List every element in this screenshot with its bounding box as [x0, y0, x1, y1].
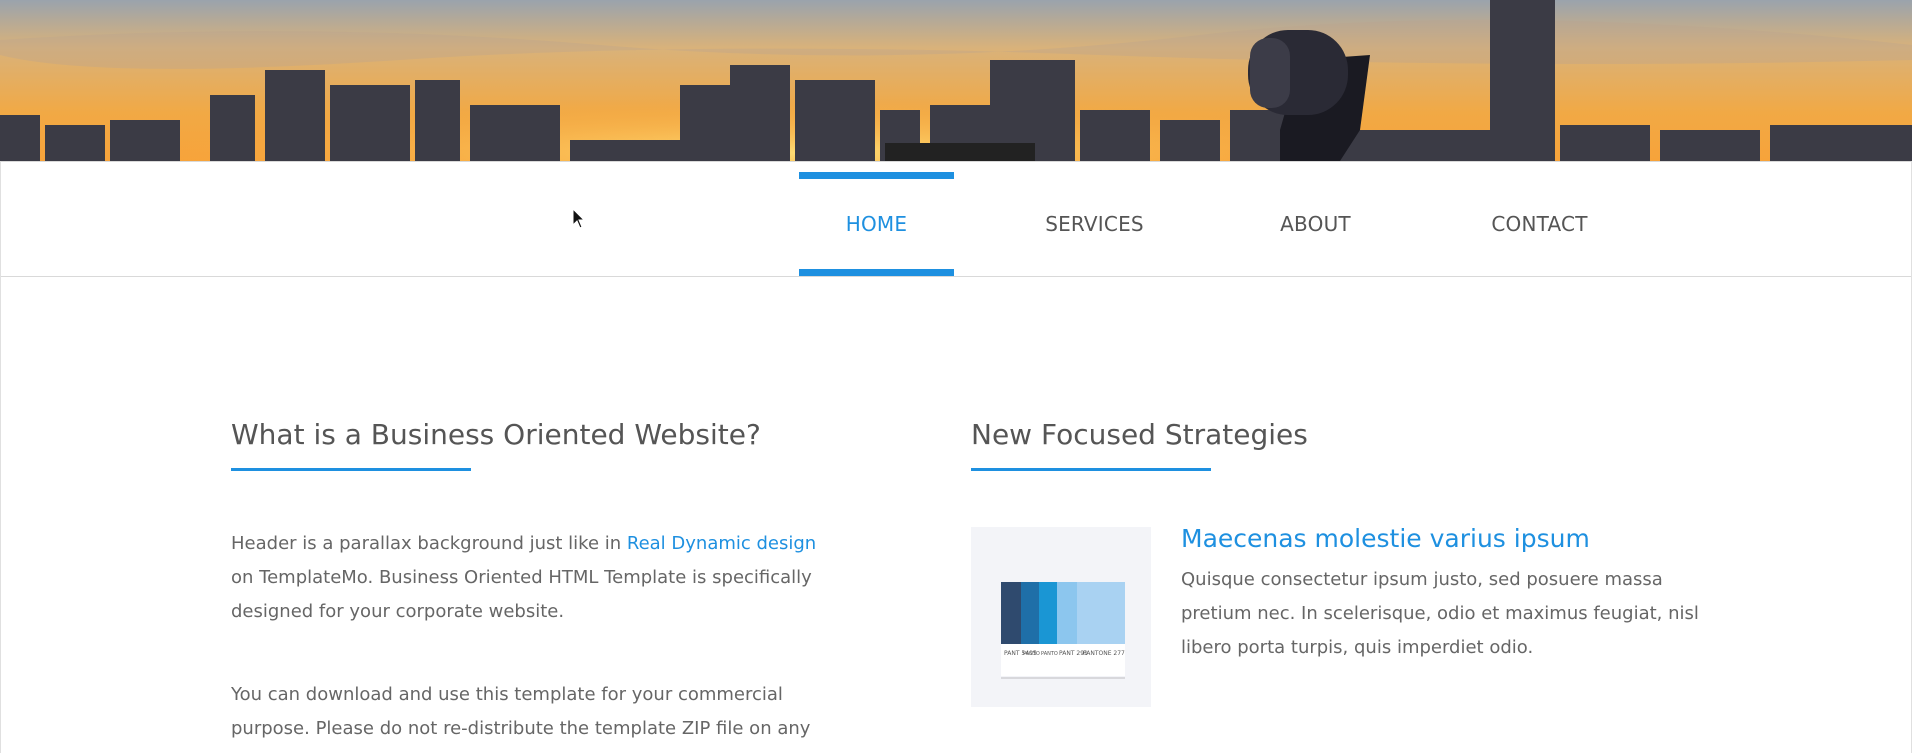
main-navigation: HOME SERVICES ABOUT CONTACT: [0, 161, 1912, 277]
strategies-section: New Focused Strategies: [971, 412, 1691, 471]
swatch-label-5: PANTONE 277: [1083, 650, 1125, 657]
real-dynamic-design-link[interactable]: Real Dynamic design: [627, 533, 816, 554]
swatch-label-3: PANTO: [1041, 651, 1058, 657]
about-paragraph-1-text-b: on TemplateMo. Business Oriented HTML Te…: [231, 567, 812, 622]
about-paragraph-2: You can download and use this template f…: [231, 684, 811, 739]
page-border-left: [0, 275, 1, 753]
nav-item-about[interactable]: ABOUT: [1238, 172, 1393, 276]
header-banner-image: [0, 0, 1912, 161]
post-excerpt: Quisque consectetur ipsum justo, sed pos…: [1181, 569, 1699, 658]
strategies-section-title: New Focused Strategies: [971, 418, 1308, 451]
swatch-label-2: PANTO: [1023, 651, 1040, 657]
post-title-link[interactable]: Maecenas molestie varius ipsum: [1181, 524, 1590, 553]
title-underline: [231, 468, 471, 471]
mouse-cursor-icon: [572, 208, 586, 229]
about-paragraph-1-text-a: Header is a parallax background just lik…: [231, 533, 627, 554]
title-underline: [971, 468, 1211, 471]
about-paragraph-1: Header is a parallax background just lik…: [231, 527, 821, 629]
post-thumbnail-image[interactable]: PANT 5405 PANTO PANTO PANT 291 PANTONE 2…: [971, 527, 1151, 707]
nav-item-home[interactable]: HOME: [799, 172, 954, 276]
about-section-title: What is a Business Oriented Website?: [231, 418, 761, 451]
nav-item-contact[interactable]: CONTACT: [1462, 172, 1617, 276]
about-section: What is a Business Oriented Website?: [231, 412, 811, 471]
nav-item-services[interactable]: SERVICES: [1017, 172, 1172, 276]
